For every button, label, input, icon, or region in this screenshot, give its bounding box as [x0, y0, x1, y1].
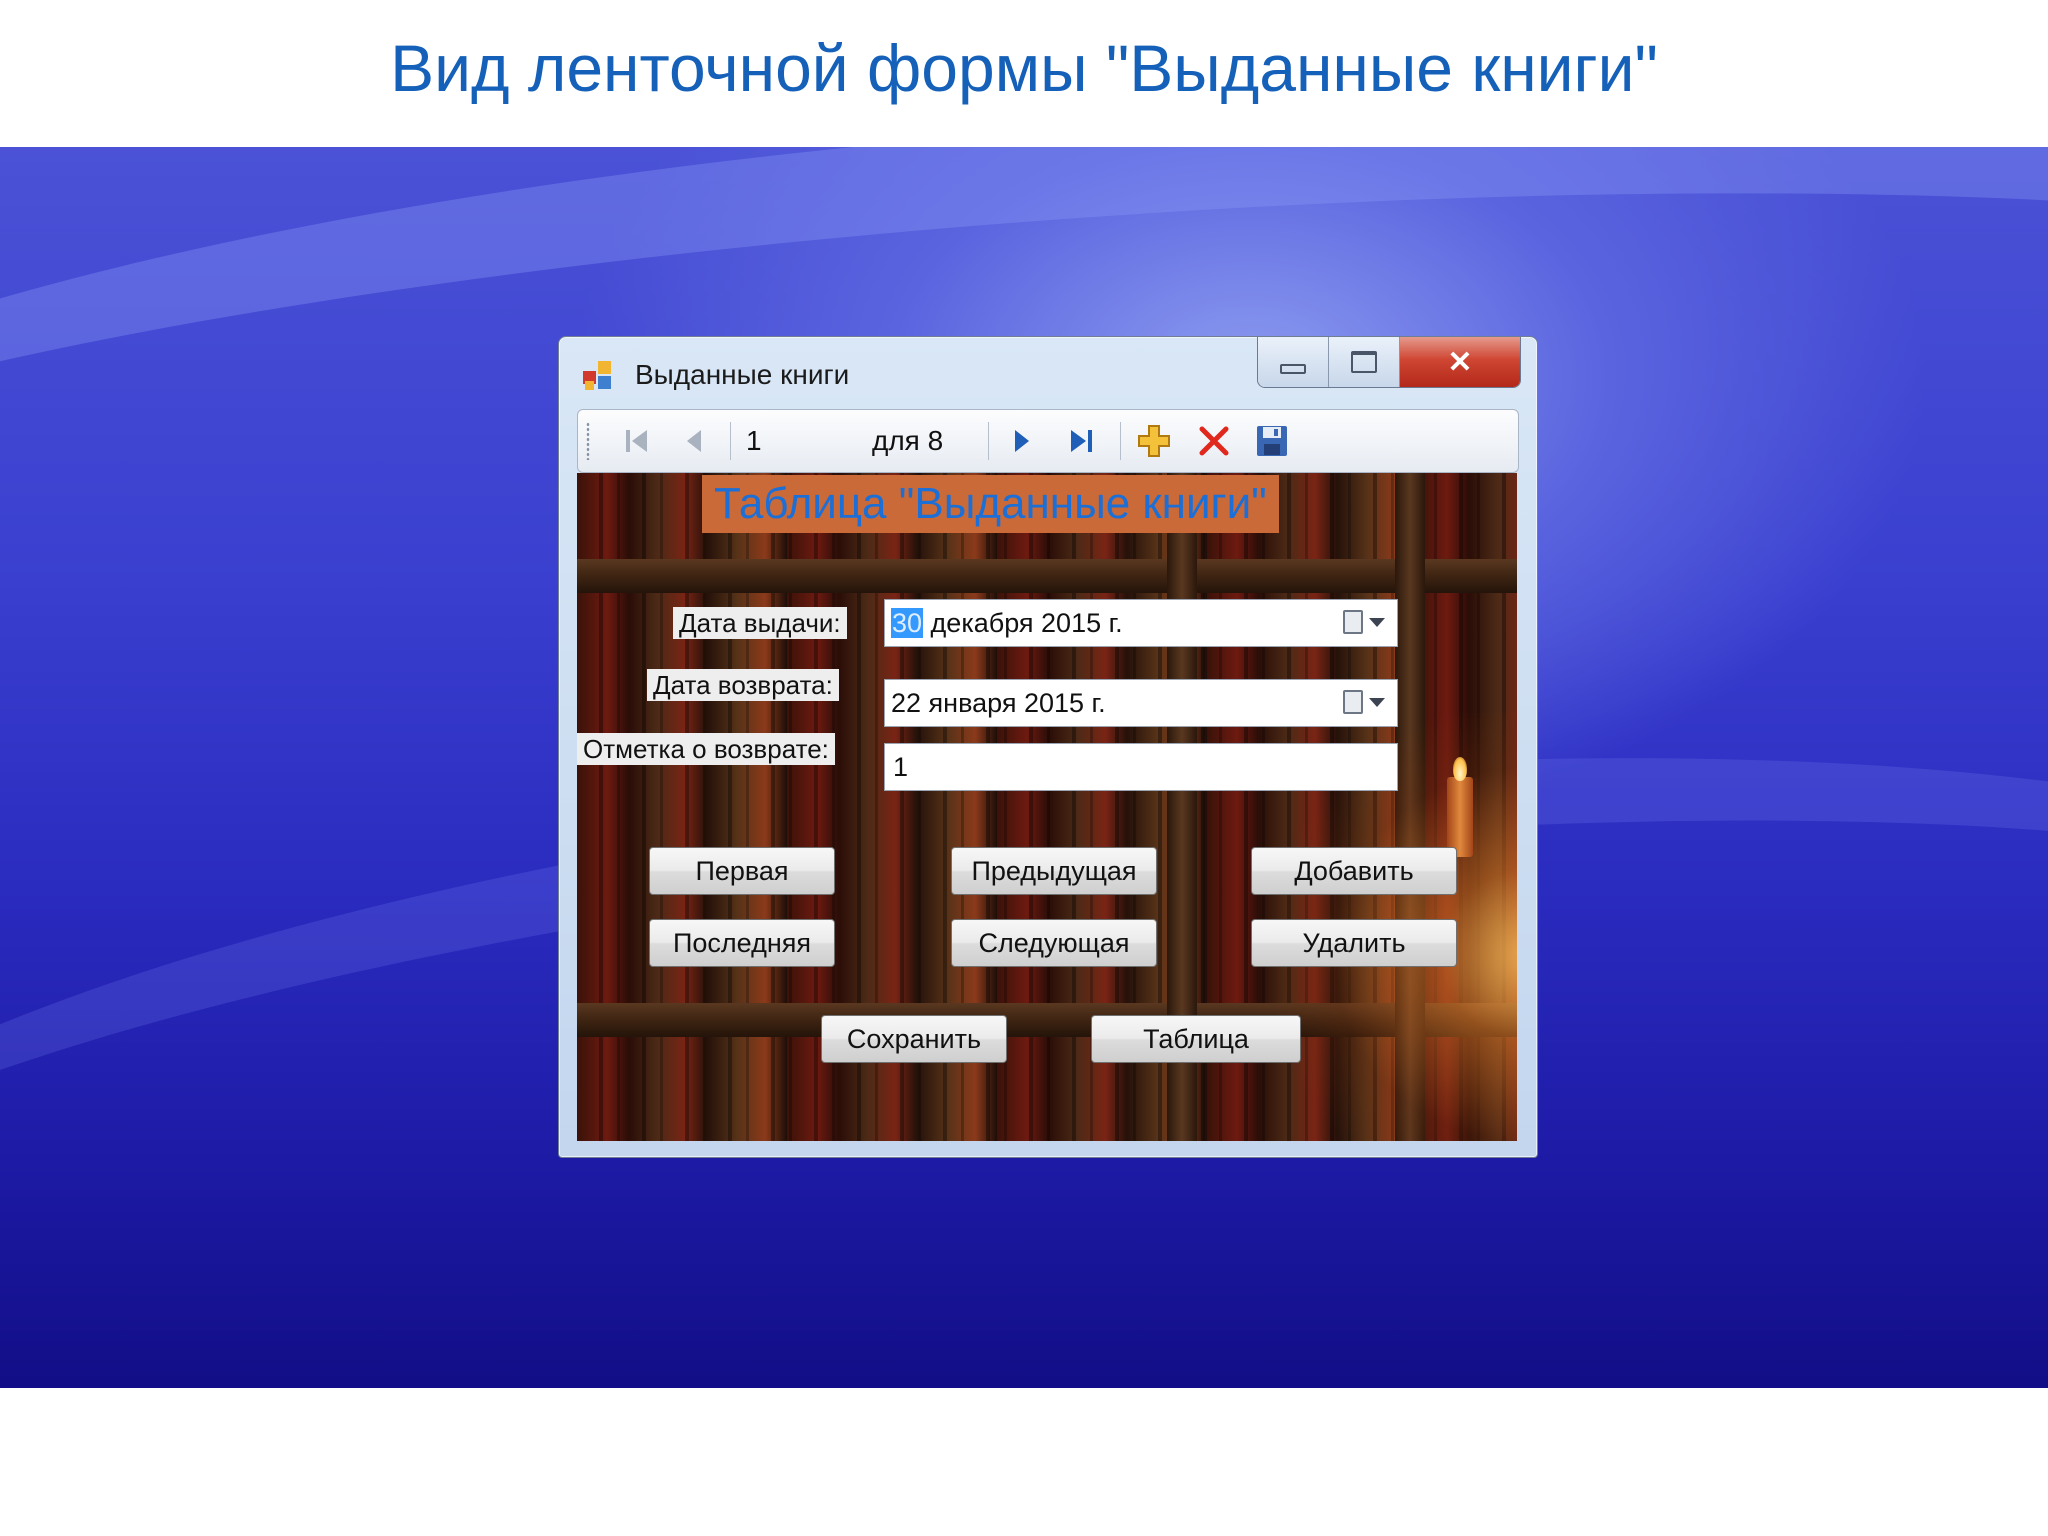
maximize-icon — [1351, 351, 1377, 373]
last-button[interactable]: Последняя — [649, 919, 835, 967]
move-next-icon[interactable] — [1002, 420, 1042, 462]
delete-icon[interactable] — [1192, 420, 1236, 462]
return-mark-input[interactable]: 1 — [884, 743, 1398, 791]
issue-date-picker[interactable]: 30 декабря 2015 г. — [884, 599, 1398, 647]
minimize-icon — [1280, 364, 1306, 374]
maximize-button[interactable] — [1329, 337, 1400, 387]
previous-button[interactable]: Предыдущая — [951, 847, 1157, 895]
move-first-icon[interactable] — [616, 420, 656, 462]
issue-date-day: 30 — [891, 608, 924, 638]
return-date-label: Дата возврата: — [647, 669, 839, 701]
add-button[interactable]: Добавить — [1251, 847, 1457, 895]
next-button[interactable]: Следующая — [951, 919, 1157, 967]
calendar-icon — [1343, 690, 1363, 714]
count-label: для 8 — [872, 425, 944, 456]
issue-date-month-year: декабря 2015 г. — [923, 608, 1123, 638]
delete-button[interactable]: Удалить — [1251, 919, 1457, 967]
toolbar-separator — [1120, 422, 1121, 460]
chevron-down-icon — [1369, 617, 1385, 627]
move-last-icon[interactable] — [1062, 420, 1102, 462]
window-title: Выданные книги — [635, 359, 850, 390]
toolbar-grip[interactable] — [586, 422, 590, 460]
chevron-down-icon — [1369, 697, 1385, 707]
return-date-picker[interactable]: 22 января 2015 г. — [884, 679, 1398, 727]
issue-date-value: 30 декабря 2015 г. — [891, 608, 1123, 639]
calendar-icon — [1343, 610, 1363, 634]
window-controls: ✕ — [1257, 337, 1521, 388]
close-icon: ✕ — [1447, 345, 1473, 379]
add-new-icon[interactable] — [1132, 420, 1176, 462]
return-mark-label: Отметка о возврате: — [577, 733, 835, 765]
position-input[interactable]: 1 — [740, 422, 860, 460]
bookshelf-plank — [577, 559, 1517, 593]
form-client-area: Таблица "Выданные книги" Дата выдачи: 30… — [577, 473, 1517, 1141]
return-date-value: 22 января 2015 г. — [891, 688, 1106, 718]
issue-date-label: Дата выдачи: — [673, 607, 847, 639]
table-button[interactable]: Таблица — [1091, 1015, 1301, 1063]
form-window: Выданные книги ✕ 1 для 8 Таблица "Выданн… — [558, 336, 1538, 1158]
close-button[interactable]: ✕ — [1400, 337, 1520, 387]
form-heading: Таблица "Выданные книги" — [702, 475, 1279, 533]
candle-image — [1447, 777, 1473, 857]
window-titlebar[interactable]: Выданные книги ✕ — [559, 337, 1537, 407]
return-date-dropdown[interactable] — [1343, 690, 1385, 714]
binding-navigator: 1 для 8 — [577, 409, 1519, 473]
toolbar-separator — [988, 422, 989, 460]
candle-flame — [1453, 757, 1467, 781]
minimize-button[interactable] — [1258, 337, 1329, 387]
move-previous-icon[interactable] — [674, 420, 714, 462]
form-app-icon — [583, 361, 613, 391]
slide-title: Вид ленточной формы "Выданные книги" — [390, 31, 1658, 105]
first-button[interactable]: Первая — [649, 847, 835, 895]
toolbar-separator — [730, 422, 731, 460]
save-button[interactable]: Сохранить — [821, 1015, 1007, 1063]
save-icon[interactable] — [1250, 420, 1294, 462]
issue-date-dropdown[interactable] — [1343, 610, 1385, 634]
